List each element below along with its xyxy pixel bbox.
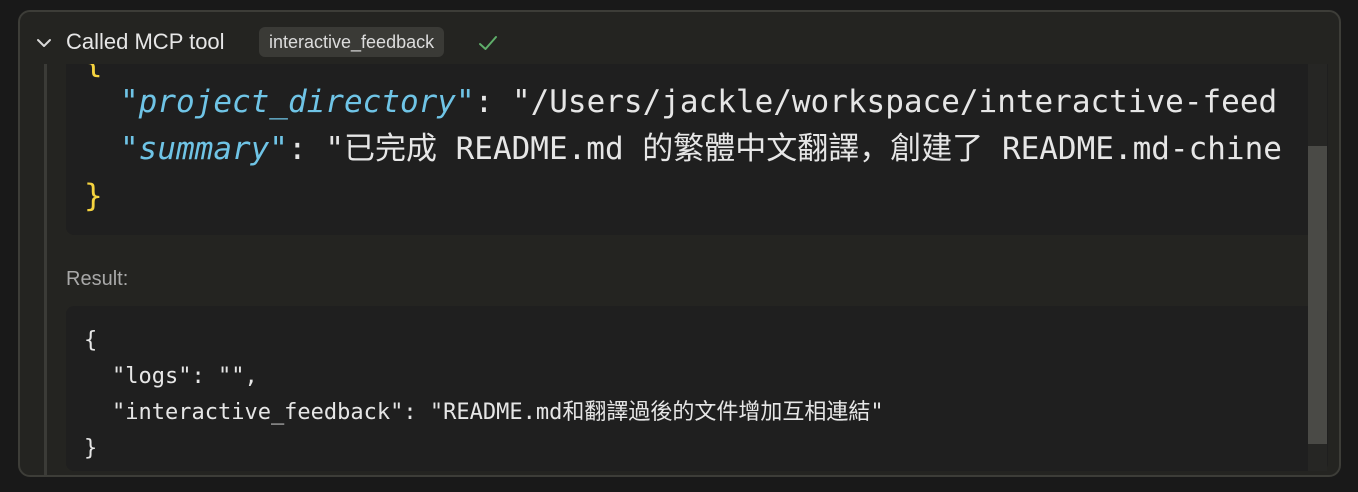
tool-name-badge: interactive_feedback xyxy=(259,27,445,57)
tool-call-title: Called MCP tool xyxy=(66,29,225,54)
result-line: "logs": "", xyxy=(112,364,258,389)
scrollbar-thumb[interactable] xyxy=(1308,146,1327,444)
result-label: Result: xyxy=(66,268,129,290)
chevron-down-icon[interactable] xyxy=(34,33,54,53)
arguments-code-block: { "project_directory": "/Users/jackle/wo… xyxy=(66,64,1328,235)
check-icon xyxy=(479,36,497,50)
args-value: "/Users/jackle/workspace/interactive-fee… xyxy=(511,84,1278,120)
args-value: "已完成 README.md 的繁體中文翻譯，創建了 README.md-chi… xyxy=(325,131,1282,167)
args-close-brace: } xyxy=(84,178,103,214)
result-line: { xyxy=(84,328,98,353)
args-line: "summary": "已完成 README.md 的繁體中文翻譯，創建了 RE… xyxy=(120,131,1282,167)
tool-call-panel: Called MCP tool interactive_feedback { "… xyxy=(18,10,1341,477)
args-line: "project_directory": "/Users/jackle/work… xyxy=(120,84,1278,120)
indent-rail xyxy=(44,64,47,475)
result-line: "interactive_feedback": "README.md和翻譯過後的… xyxy=(112,400,884,425)
args-key: "project_directory" xyxy=(120,84,475,120)
result-line: } xyxy=(84,436,98,461)
args-key: "summary" xyxy=(120,131,288,167)
args-open-brace: { xyxy=(84,64,103,82)
result-code-block: { "logs": "", "interactive_feedback": "R… xyxy=(66,306,1328,471)
tool-call-header[interactable]: Called MCP tool interactive_feedback xyxy=(20,12,1339,72)
